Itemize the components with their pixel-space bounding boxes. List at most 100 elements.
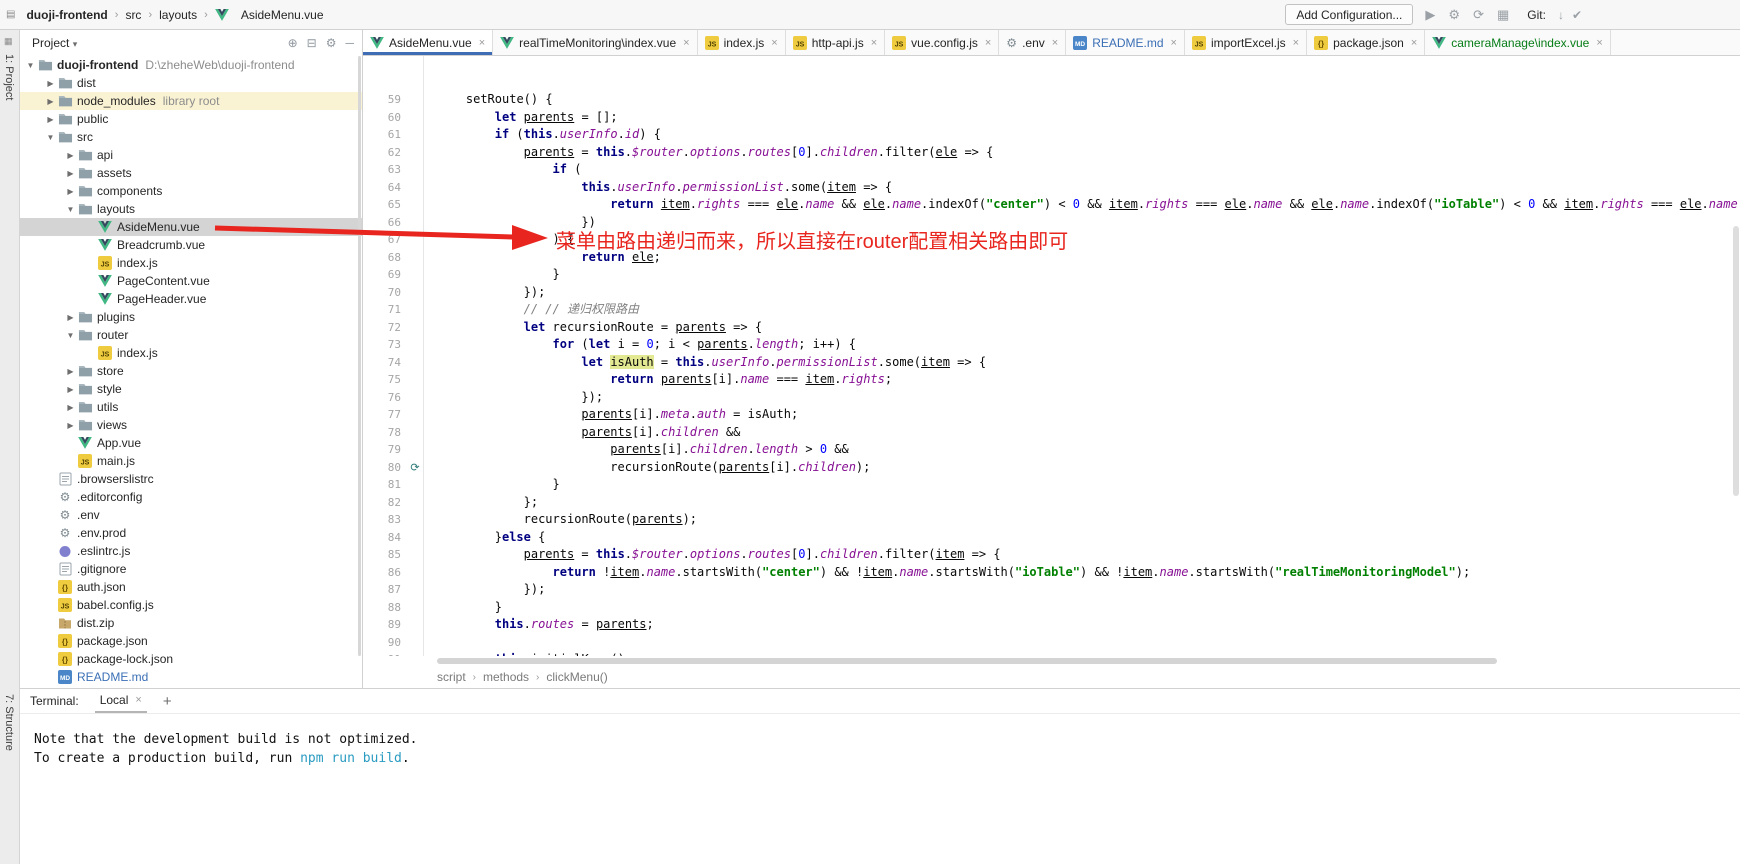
tree-item-package-lock-json[interactable]: {}package-lock.json xyxy=(20,650,362,668)
editor-breadcrumb-item[interactable]: methods xyxy=(483,670,529,684)
tool-windows-icon[interactable]: ▦ xyxy=(4,36,13,47)
chevron-right-icon[interactable]: ▶ xyxy=(44,79,57,88)
tree-item--browserslistrc[interactable]: .browserslistrc xyxy=(20,470,362,488)
breadcrumb-item[interactable]: AsideMenu.vue xyxy=(241,8,324,22)
down-icon[interactable]: ↓ xyxy=(1558,8,1564,22)
chevron-right-icon[interactable]: ▶ xyxy=(64,313,77,322)
tree-item-api[interactable]: ▶api xyxy=(20,146,362,164)
tree-item-dist-zip[interactable]: dist.zip xyxy=(20,614,362,632)
tree-item--env-prod[interactable]: ⚙.env.prod xyxy=(20,524,362,542)
tree-item-main-js[interactable]: JSmain.js xyxy=(20,452,362,470)
tree-item-app-vue[interactable]: App.vue xyxy=(20,434,362,452)
chevron-right-icon[interactable]: ▶ xyxy=(64,151,77,160)
project-view-selector[interactable]: Project ▾ xyxy=(32,36,77,50)
tree-item--env[interactable]: ⚙.env xyxy=(20,506,362,524)
editor-tab-vue-config-js[interactable]: JSvue.config.js× xyxy=(885,30,999,55)
chevron-down-icon[interactable]: ▼ xyxy=(64,331,77,340)
check-icon[interactable]: ✔ xyxy=(1572,8,1582,22)
tree-item--editorconfig[interactable]: ⚙.editorconfig xyxy=(20,488,362,506)
tree-item-babel-config-js[interactable]: JSbabel.config.js xyxy=(20,596,362,614)
close-icon[interactable]: × xyxy=(1411,37,1417,49)
tree-item-breadcrumb-vue[interactable]: Breadcrumb.vue xyxy=(20,236,362,254)
editor-breadcrumb-item[interactable]: clickMenu() xyxy=(546,670,607,684)
tree-item-style[interactable]: ▶style xyxy=(20,380,362,398)
tree-item-components[interactable]: ▶components xyxy=(20,182,362,200)
tree-item-asidemenu-vue[interactable]: AsideMenu.vue xyxy=(20,218,362,236)
editor-horizontal-scrollbar[interactable] xyxy=(363,656,1740,666)
editor-tab-readme-md[interactable]: MDREADME.md× xyxy=(1066,30,1185,55)
close-icon[interactable]: × xyxy=(771,37,777,49)
add-configuration-button[interactable]: Add Configuration... xyxy=(1285,4,1413,25)
chevron-right-icon[interactable]: ▶ xyxy=(64,421,77,430)
editor-tab-realtimemonitoring-index-vue[interactable]: realTimeMonitoring\index.vue× xyxy=(493,30,697,55)
chevron-right-icon[interactable]: ▶ xyxy=(64,385,77,394)
tree-item-views[interactable]: ▶views xyxy=(20,416,362,434)
close-icon[interactable]: × xyxy=(1171,37,1177,49)
tree-item-index-js[interactable]: JSindex.js xyxy=(20,344,362,362)
editor-tab-asidemenu-vue[interactable]: AsideMenu.vue× xyxy=(363,30,493,55)
chevron-right-icon[interactable]: ▶ xyxy=(64,187,77,196)
window-menu-icon[interactable]: ▤ xyxy=(6,9,15,20)
chevron-right-icon[interactable]: ▶ xyxy=(44,97,57,106)
chevron-down-icon[interactable]: ▼ xyxy=(24,61,37,70)
editor-tab-http-api-js[interactable]: JShttp-api.js× xyxy=(786,30,885,55)
tree-item-layouts[interactable]: ▼layouts xyxy=(20,200,362,218)
breadcrumb-item[interactable]: src xyxy=(125,8,141,22)
code-editor[interactable]: 59setRoute() {60let parents = [];61if (t… xyxy=(363,56,1740,656)
editor-tab-cameramanage-index-vue[interactable]: cameraManage\index.vue× xyxy=(1425,30,1611,55)
hide-icon[interactable]: ─ xyxy=(345,36,354,50)
tree-item-package-json[interactable]: {}package.json xyxy=(20,632,362,650)
close-icon[interactable]: × xyxy=(871,37,877,49)
tree-item--gitignore[interactable]: .gitignore xyxy=(20,560,362,578)
tree-item-pageheader-vue[interactable]: PageHeader.vue xyxy=(20,290,362,308)
editor-vertical-scrollbar[interactable] xyxy=(1732,56,1740,656)
close-icon[interactable]: × xyxy=(1052,37,1058,49)
grid-icon[interactable]: ▦ xyxy=(1497,7,1509,23)
new-terminal-button[interactable]: + xyxy=(163,693,172,710)
tree-item-plugins[interactable]: ▶plugins xyxy=(20,308,362,326)
close-icon[interactable]: × xyxy=(985,37,991,49)
chevron-right-icon[interactable]: ▶ xyxy=(44,115,57,124)
scrollbar-thumb[interactable] xyxy=(437,658,1497,664)
tree-item-assets[interactable]: ▶assets xyxy=(20,164,362,182)
close-icon[interactable]: × xyxy=(1596,37,1602,49)
tree-item-index-js[interactable]: JSindex.js xyxy=(20,254,362,272)
tool-window-button-structure[interactable]: 7: Structure xyxy=(3,694,15,751)
collapse-all-icon[interactable]: ⊟ xyxy=(307,36,317,50)
tool-window-button-project[interactable]: 1: Project xyxy=(3,54,15,100)
close-icon[interactable]: × xyxy=(479,37,485,49)
breadcrumb-item[interactable]: layouts xyxy=(159,8,197,22)
chevron-right-icon[interactable]: ▶ xyxy=(64,169,77,178)
play-icon[interactable]: ▶ xyxy=(1425,7,1435,23)
tree-item-duoji-frontend[interactable]: ▼duoji-frontendD:\zheheWeb\duoji-fronten… xyxy=(20,56,362,74)
breadcrumb-item[interactable]: duoji-frontend xyxy=(26,8,107,22)
close-icon[interactable]: × xyxy=(683,37,689,49)
build-icon[interactable]: ⚙ xyxy=(1448,7,1460,23)
locate-icon[interactable]: ⊕ xyxy=(288,36,298,50)
chevron-down-icon[interactable]: ▼ xyxy=(44,133,57,142)
chevron-right-icon[interactable]: ▶ xyxy=(64,367,77,376)
tree-item-utils[interactable]: ▶utils xyxy=(20,398,362,416)
project-scrollbar[interactable] xyxy=(358,56,361,656)
chevron-down-icon[interactable]: ▼ xyxy=(64,205,77,214)
sync-icon[interactable]: ⟳ xyxy=(1473,7,1484,23)
tree-item--eslintrc-js[interactable]: .eslintrc.js xyxy=(20,542,362,560)
tree-item-pagecontent-vue[interactable]: PageContent.vue xyxy=(20,272,362,290)
tree-item-readme-md[interactable]: MDREADME.md xyxy=(20,668,362,686)
editor-tab-package-json[interactable]: {}package.json× xyxy=(1307,30,1425,55)
close-icon[interactable]: × xyxy=(135,694,141,706)
close-icon[interactable]: × xyxy=(1293,37,1299,49)
tree-item-public[interactable]: ▶public xyxy=(20,110,362,128)
scrollbar-thumb[interactable] xyxy=(1733,226,1739,496)
tree-item-store[interactable]: ▶store xyxy=(20,362,362,380)
tree-item-node-modules[interactable]: ▶node_moduleslibrary root xyxy=(20,92,362,110)
tree-item-router[interactable]: ▼router xyxy=(20,326,362,344)
terminal-tab-local[interactable]: Local× xyxy=(95,689,147,713)
settings-icon[interactable]: ⚙ xyxy=(326,36,337,50)
tree-item-auth-json[interactable]: {}auth.json xyxy=(20,578,362,596)
tree-item-dist[interactable]: ▶dist xyxy=(20,74,362,92)
editor-tab-importexcel-js[interactable]: JSimportExcel.js× xyxy=(1185,30,1307,55)
chevron-right-icon[interactable]: ▶ xyxy=(64,403,77,412)
editor-tab-index-js[interactable]: JSindex.js× xyxy=(698,30,786,55)
editor-breadcrumb-item[interactable]: script xyxy=(437,670,466,684)
